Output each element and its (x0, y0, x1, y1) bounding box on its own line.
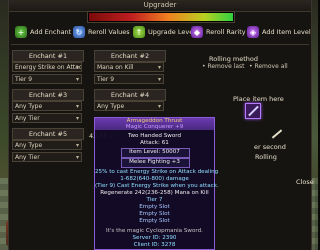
enchant-1-type-value: Energy Strike on Attack (15, 64, 82, 71)
tooltip-desc-3: (Tier 9) Cast Energy Strike when you att… (95, 183, 219, 189)
add-enchant-label: Add Enchant (30, 28, 72, 36)
place-item-label: Place item here (233, 95, 284, 103)
tooltip-desc-4: Regenerate 242(236-258) Mana on Kill (100, 190, 209, 196)
enchant-3-type-value: Any Type (15, 103, 43, 110)
enchant-2-tier-value: Tier 9 (97, 76, 115, 83)
upgrader-window: Upgrader + Add Enchant ↻ Reroll Values ↑… (8, 0, 314, 250)
tooltip-server-id: Server ID: 2390 (132, 235, 177, 241)
tooltip-empty-slot-1: Empty Slot (139, 204, 170, 210)
add-enchant-button[interactable]: + Add Enchant (15, 25, 71, 39)
chevron-down-icon: ▾ (75, 64, 79, 71)
enchant-4-label: Enchant #4 (94, 89, 166, 101)
close-button[interactable]: Close (296, 178, 314, 186)
enchant-5-tier-select[interactable]: Any Tier ▾ (12, 152, 82, 162)
chevron-down-icon: ▾ (157, 64, 161, 71)
upgrade-level-label: Upgrade Level (148, 28, 196, 36)
enchant-4-type-value: Any Type (97, 103, 125, 110)
tooltip-melee: Melee Fighting +3 (129, 159, 180, 165)
chevron-down-icon: ▾ (75, 76, 79, 83)
enchant-4-type-select[interactable]: Any Type ▾ (94, 101, 164, 111)
enchant-1-label: Enchant #1 (12, 50, 84, 62)
chevron-down-icon: ▾ (75, 154, 79, 161)
tooltip-flavor-text: It's the magic Cyclopmania Sword. (106, 228, 203, 234)
action-toolbar: + Add Enchant ↻ Reroll Values ↑ Upgrade … (9, 25, 311, 41)
remove-last-radio[interactable]: • Remove last (202, 63, 245, 70)
reroll-rarity-label: Reroll Rarity (206, 28, 246, 36)
remove-all-radio[interactable]: • Remove all (249, 63, 288, 70)
enchant-1-tier-select[interactable]: Tier 9 ▾ (12, 74, 82, 84)
remove-all-label: Remove all (254, 63, 288, 70)
enchant-5-label: Enchant #5 (12, 128, 84, 140)
tooltip-desc-2: 1-682(640-800) damage (120, 176, 189, 182)
tooltip-item-type: Two Handed Sword (127, 133, 182, 139)
rolling-method-title: Rolling method (209, 55, 259, 63)
add-item-level-button[interactable]: ◈ Add Item Level (247, 25, 311, 39)
enchant-5-type-select[interactable]: Any Type ▾ (12, 140, 82, 150)
enchant-2-type-select[interactable]: Mana on Kill ▾ (94, 62, 164, 72)
remove-last-label: Remove last (207, 63, 245, 70)
sword-icon (248, 105, 259, 117)
window-title: Upgrader (143, 1, 177, 9)
enchant-3-tier-select[interactable]: Any Tier ▾ (12, 113, 82, 123)
chevron-down-icon: ▾ (157, 76, 161, 83)
upgrade-progress-bar (88, 12, 234, 22)
upgrade-level-button[interactable]: ↑ Upgrade Level (133, 25, 195, 39)
reroll-rarity-button[interactable]: ◆ Reroll Rarity (191, 25, 246, 39)
chevron-down-icon: ▾ (157, 103, 161, 110)
reroll-icon: ↻ (73, 26, 85, 38)
enchant-1-tier-value: Tier 9 (15, 76, 33, 83)
reroll-values-button[interactable]: ↻ Reroll Values (73, 25, 130, 39)
enchant-5-type-value: Any Type (15, 142, 43, 149)
per-second-label: er second (254, 143, 286, 151)
dice-icon: ◆ (191, 26, 203, 38)
tooltip-item-attack: Attack: 61 (140, 140, 169, 146)
chevron-down-icon: ▾ (75, 103, 79, 110)
gem-icon: ◈ (247, 26, 259, 38)
reroll-values-label: Reroll Values (88, 28, 130, 36)
enchant-5-tier-value: Any Tier (15, 154, 40, 161)
dagger-icon (271, 129, 283, 139)
tooltip-empty-slot-3: Empty Slot (139, 218, 170, 224)
tooltip-desc-1: 25% to cast Energy Strike on Attack deal… (95, 169, 219, 175)
arrow-up-icon: ↑ (133, 26, 145, 38)
tooltip-empty-slot-2: Empty Slot (139, 211, 170, 217)
enchant-2-tier-select[interactable]: Tier 9 ▾ (94, 74, 164, 84)
tooltip-desc-5: Tier 7 (146, 197, 163, 203)
rolling-label: Rolling (255, 153, 277, 161)
tooltip-client-id: Client ID: 3278 (133, 242, 176, 248)
tooltip-item-level: Item Level: 50007 (129, 149, 180, 155)
enchant-3-tier-value: Any Tier (15, 115, 40, 122)
item-slot[interactable] (245, 103, 261, 119)
add-item-level-label: Add Item Level (262, 28, 311, 36)
window-titlebar[interactable]: Upgrader (9, 0, 311, 12)
progress-fill (89, 13, 233, 21)
enchant-1-type-select[interactable]: Energy Strike on Attack ▾ (12, 62, 82, 72)
enchant-2-type-value: Mana on Kill (97, 64, 134, 71)
divider (11, 44, 309, 45)
enchant-3-label: Enchant #3 (12, 89, 84, 101)
plus-icon: + (15, 26, 27, 38)
enchant-3-type-select[interactable]: Any Type ▾ (12, 101, 82, 111)
chevron-down-icon: ▾ (75, 142, 79, 149)
tooltip-item-rarity: Magic Conquerer +9 (125, 124, 184, 130)
chevron-down-icon: ▾ (75, 115, 79, 122)
enchant-2-label: Enchant #2 (94, 50, 166, 62)
item-tooltip: Armageddon Thrust Magic Conquerer +9 Two… (94, 117, 219, 250)
